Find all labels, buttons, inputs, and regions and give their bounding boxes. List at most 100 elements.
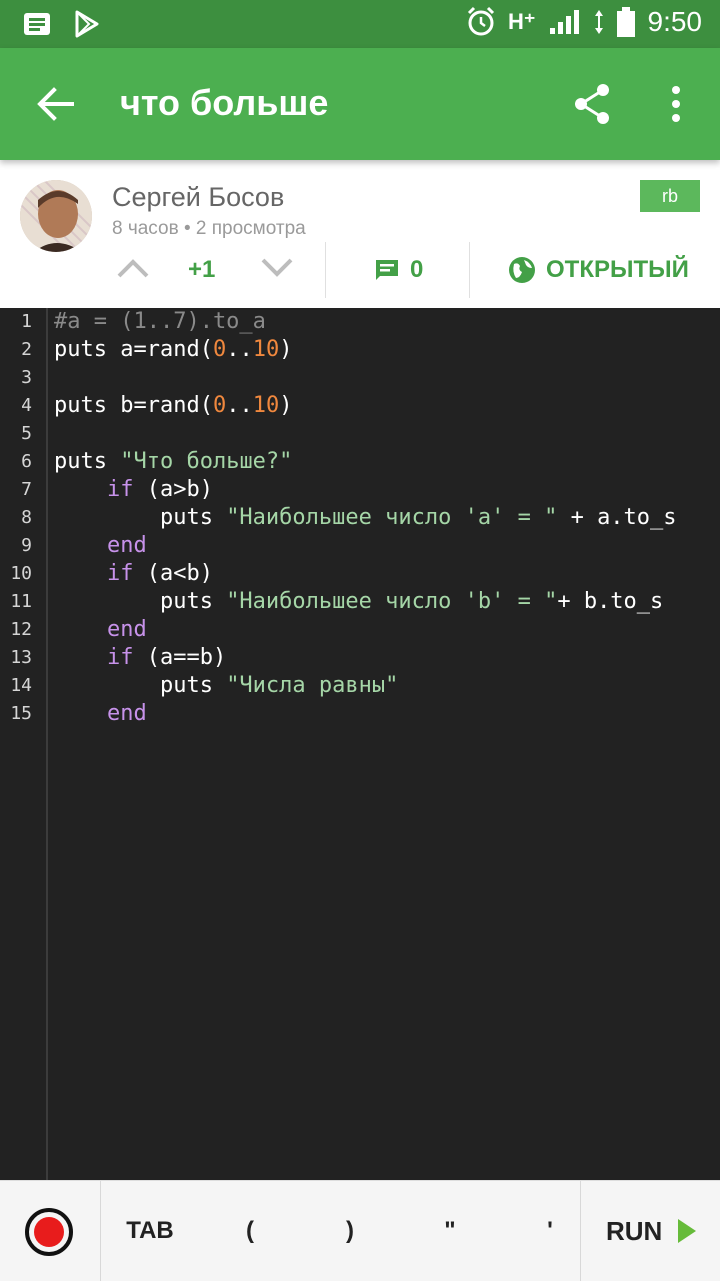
code-token: + b.to_s bbox=[557, 589, 664, 614]
code-token: puts bbox=[54, 505, 227, 530]
status-time: 9:50 bbox=[647, 6, 703, 37]
code-token: (a<b) bbox=[133, 561, 213, 586]
code-text[interactable]: if (a<b) bbox=[54, 560, 213, 588]
code-text[interactable]: puts "Числа равны" bbox=[54, 672, 398, 700]
single-quote-key[interactable]: ' bbox=[510, 1181, 590, 1281]
close-paren-key[interactable]: ) bbox=[310, 1181, 390, 1281]
code-text[interactable]: end bbox=[54, 616, 147, 644]
code-token: if bbox=[106, 645, 134, 670]
code-token: .. bbox=[226, 393, 253, 418]
code-line[interactable]: 4 puts b=rand(0..10) bbox=[0, 392, 720, 420]
code-line[interactable]: 5 bbox=[0, 420, 720, 448]
code-token: "Числа равны" bbox=[226, 673, 399, 698]
globe-icon bbox=[509, 257, 535, 283]
more-vert-icon[interactable] bbox=[664, 84, 688, 124]
code-editor[interactable]: 1 #a = (1..7).to_a 2 puts a=rand(0..10) 3 4 pu… bbox=[0, 308, 720, 1180]
code-text[interactable]: puts "Наибольшее число 'a' = " + a.to_s bbox=[54, 504, 677, 532]
code-token: (a==b) bbox=[133, 645, 227, 670]
code-token: + a.to_s bbox=[557, 505, 677, 530]
code-text[interactable]: puts b=rand(0..10) bbox=[54, 392, 292, 420]
code-line[interactable]: 13 if (a==b) bbox=[0, 644, 720, 672]
code-text[interactable]: end bbox=[54, 700, 147, 728]
back-arrow-icon[interactable] bbox=[36, 86, 76, 122]
code-line[interactable]: 8 puts "Наибольшее число 'a' = " + a.to_… bbox=[0, 504, 720, 532]
record-icon[interactable] bbox=[24, 1207, 74, 1257]
code-line[interactable]: 6 puts "Что больше?" bbox=[0, 448, 720, 476]
alarm-icon bbox=[467, 6, 495, 36]
run-button[interactable]: RUN bbox=[606, 1181, 662, 1281]
divider bbox=[325, 242, 326, 298]
language-badge: rb bbox=[640, 180, 700, 212]
code-line[interactable]: 15 end bbox=[0, 700, 720, 728]
code-token: puts bbox=[54, 673, 227, 698]
code-line[interactable]: 2 puts a=rand(0..10) bbox=[0, 336, 720, 364]
code-line[interactable]: 1 #a = (1..7).to_a bbox=[0, 308, 720, 336]
code-line[interactable]: 3 bbox=[0, 364, 720, 392]
vote-count: +1 bbox=[188, 256, 216, 283]
code-line[interactable]: 12 end bbox=[0, 616, 720, 644]
code-token: puts a=rand( bbox=[54, 337, 213, 362]
author-name[interactable]: Сергей Босов bbox=[112, 182, 284, 213]
code-line[interactable]: 11 puts "Наибольшее число 'b' = "+ b.to_… bbox=[0, 588, 720, 616]
code-token: end bbox=[106, 617, 147, 642]
open-paren-key[interactable]: ( bbox=[210, 1181, 290, 1281]
keyboard-shortcut-bar: TAB ( ) " ' RUN bbox=[0, 1180, 720, 1281]
visibility-label[interactable]: ОТКРЫТЫЙ bbox=[546, 256, 689, 284]
code-line[interactable]: 9 end bbox=[0, 532, 720, 560]
comment-icon[interactable] bbox=[374, 258, 400, 282]
code-line[interactable]: 10 if (a<b) bbox=[0, 560, 720, 588]
code-text[interactable]: puts "Что больше?" bbox=[54, 448, 292, 476]
play-icon[interactable] bbox=[676, 1217, 698, 1245]
code-text[interactable]: if (a>b) bbox=[54, 476, 213, 504]
code-token: #a = (1..7).to_a bbox=[54, 309, 266, 334]
code-text[interactable]: end bbox=[54, 532, 147, 560]
code-token: end bbox=[106, 701, 147, 726]
line-number: 13 bbox=[10, 647, 32, 668]
network-type: H⁺ bbox=[508, 9, 536, 34]
line-number: 4 bbox=[21, 395, 32, 416]
code-text[interactable]: #a = (1..7).to_a bbox=[54, 308, 266, 336]
data-arrows-icon bbox=[594, 10, 603, 34]
code-token: 0 bbox=[212, 337, 227, 362]
code-text[interactable]: puts a=rand(0..10) bbox=[54, 336, 292, 364]
signal-icon bbox=[549, 10, 579, 34]
line-number: 6 bbox=[21, 451, 32, 472]
line-number: 11 bbox=[10, 591, 32, 612]
code-token: if bbox=[106, 477, 134, 502]
line-number: 12 bbox=[10, 619, 32, 640]
divider bbox=[580, 1181, 581, 1281]
line-number: 9 bbox=[21, 535, 32, 556]
code-token: (a>b) bbox=[133, 477, 213, 502]
double-quote-key[interactable]: " bbox=[410, 1181, 490, 1281]
divider bbox=[469, 242, 470, 298]
notification-icon bbox=[24, 13, 50, 35]
line-number: 14 bbox=[10, 675, 32, 696]
code-text[interactable]: if (a==b) bbox=[54, 644, 226, 672]
code-token: "Наибольшее число 'a' = " bbox=[226, 505, 558, 530]
code-token: puts b=rand( bbox=[54, 393, 213, 418]
code-token: end bbox=[106, 533, 147, 558]
code-token: puts bbox=[54, 589, 227, 614]
line-number: 7 bbox=[21, 479, 32, 500]
code-text[interactable]: puts "Наибольшее число 'b' = "+ b.to_s bbox=[54, 588, 663, 616]
share-icon[interactable] bbox=[572, 82, 612, 126]
chevron-up-icon[interactable] bbox=[116, 256, 150, 280]
line-number: 8 bbox=[21, 507, 32, 528]
chevron-down-icon[interactable] bbox=[260, 256, 294, 280]
page-title: что больше bbox=[120, 82, 329, 123]
code-token: "Что больше?" bbox=[120, 449, 293, 474]
code-token: puts bbox=[54, 449, 121, 474]
line-number: 10 bbox=[10, 563, 32, 584]
avatar[interactable] bbox=[20, 180, 92, 252]
code-line[interactable]: 7 if (a>b) bbox=[0, 476, 720, 504]
tab-key[interactable]: TAB bbox=[110, 1181, 190, 1281]
code-token: ) bbox=[279, 337, 293, 362]
comment-count[interactable]: 0 bbox=[410, 256, 423, 284]
code-token: if bbox=[106, 561, 134, 586]
line-number: 1 bbox=[21, 311, 32, 332]
code-line[interactable]: 14 puts "Числа равны" bbox=[0, 672, 720, 700]
code-token: ) bbox=[279, 393, 293, 418]
